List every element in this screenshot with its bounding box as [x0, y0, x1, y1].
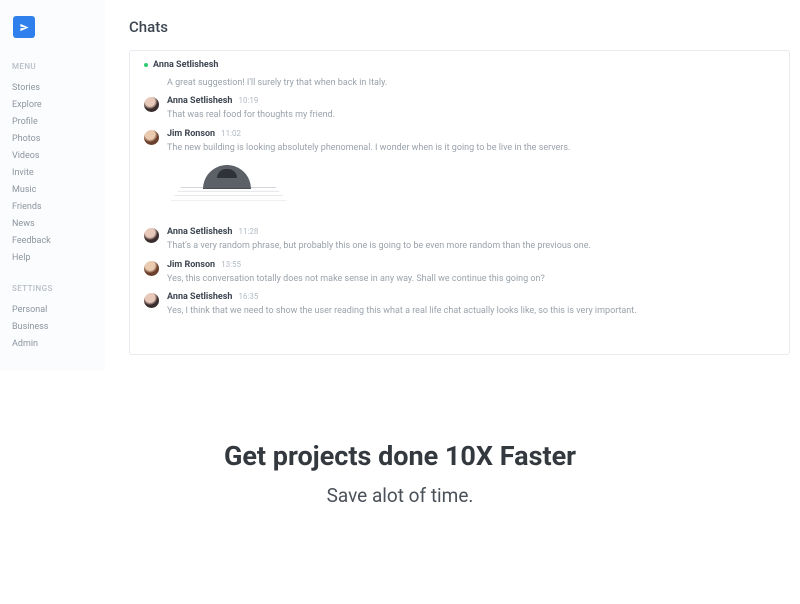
- building-render-icon: [181, 161, 276, 211]
- nav-explore[interactable]: Explore: [12, 96, 104, 113]
- avatar[interactable]: [144, 293, 159, 308]
- message-text: The new building is looking absolutely p…: [167, 139, 775, 156]
- message-author: Anna Setlishesh: [167, 96, 232, 106]
- app-screenshot: MENU Stories Explore Profile Photos Vide…: [0, 0, 800, 370]
- nav-feedback[interactable]: Feedback: [12, 232, 104, 249]
- message-time: 13:55: [221, 260, 241, 269]
- message-text: Yes, this conversation totally does not …: [167, 270, 775, 287]
- settings-label: SETTINGS: [12, 284, 104, 293]
- sidebar: MENU Stories Explore Profile Photos Vide…: [0, 0, 105, 370]
- hero-subtitle: Save alot of time.: [0, 484, 800, 507]
- avatar[interactable]: [144, 261, 159, 276]
- message-author: Anna Setlishesh: [167, 292, 232, 302]
- nav-settings-section: SETTINGS Personal Business Admin: [12, 284, 104, 352]
- nav-stories[interactable]: Stories: [12, 79, 104, 96]
- main-content: Chats Anna Setlishesh A great suggestion…: [105, 0, 800, 370]
- nav-music[interactable]: Music: [12, 181, 104, 198]
- message-item: Jim Ronson 11:02 The new building is loo…: [130, 125, 789, 224]
- message-time: 11:02: [221, 129, 241, 138]
- message-item: Anna Setlishesh 10:19 That was real food…: [130, 92, 789, 125]
- menu-label: MENU: [12, 62, 104, 71]
- message-author: Jim Ronson: [167, 260, 215, 270]
- nav-business[interactable]: Business: [12, 318, 104, 335]
- message-author: Anna Setlishesh: [167, 227, 232, 237]
- nav-friends[interactable]: Friends: [12, 198, 104, 215]
- online-dot-icon: [144, 63, 148, 67]
- message-author: Jim Ronson: [167, 129, 215, 139]
- message-item: Anna Setlishesh 11:28 That's a very rand…: [130, 223, 789, 256]
- active-user-row[interactable]: Anna Setlishesh: [130, 57, 789, 76]
- active-user-name: Anna Setlishesh: [153, 60, 218, 70]
- page-title: Chats: [129, 18, 790, 36]
- message-time: 11:28: [238, 227, 258, 236]
- message-text: That was real food for thoughts my frien…: [167, 106, 775, 123]
- nav-menu-section: MENU Stories Explore Profile Photos Vide…: [12, 62, 104, 266]
- nav-profile[interactable]: Profile: [12, 113, 104, 130]
- message-text: Yes, I think that we need to show the us…: [167, 302, 775, 319]
- nav-admin[interactable]: Admin: [12, 335, 104, 352]
- message-text: That's a very random phrase, but probabl…: [167, 237, 775, 254]
- nav-personal[interactable]: Personal: [12, 301, 104, 318]
- message-attachment[interactable]: [144, 155, 775, 221]
- hero-section: Get projects done 10X Faster Save alot o…: [0, 370, 800, 507]
- avatar[interactable]: [144, 97, 159, 112]
- chat-card: Anna Setlishesh A great suggestion! I'll…: [129, 50, 790, 355]
- nav-photos[interactable]: Photos: [12, 130, 104, 147]
- hero-title: Get projects done 10X Faster: [0, 440, 800, 472]
- app-logo[interactable]: [13, 16, 35, 38]
- message-reply: A great suggestion! I'll surely try that…: [130, 76, 789, 92]
- message-time: 10:19: [238, 96, 258, 105]
- nav-videos[interactable]: Videos: [12, 147, 104, 164]
- nav-news[interactable]: News: [12, 215, 104, 232]
- avatar[interactable]: [144, 228, 159, 243]
- message-item: Anna Setlishesh 16:35 Yes, I think that …: [130, 288, 789, 321]
- nav-help[interactable]: Help: [12, 249, 104, 266]
- avatar[interactable]: [144, 130, 159, 145]
- message-time: 16:35: [238, 292, 258, 301]
- send-icon: [19, 22, 30, 33]
- message-item: Jim Ronson 13:55 Yes, this conversation …: [130, 256, 789, 289]
- nav-invite[interactable]: Invite: [12, 164, 104, 181]
